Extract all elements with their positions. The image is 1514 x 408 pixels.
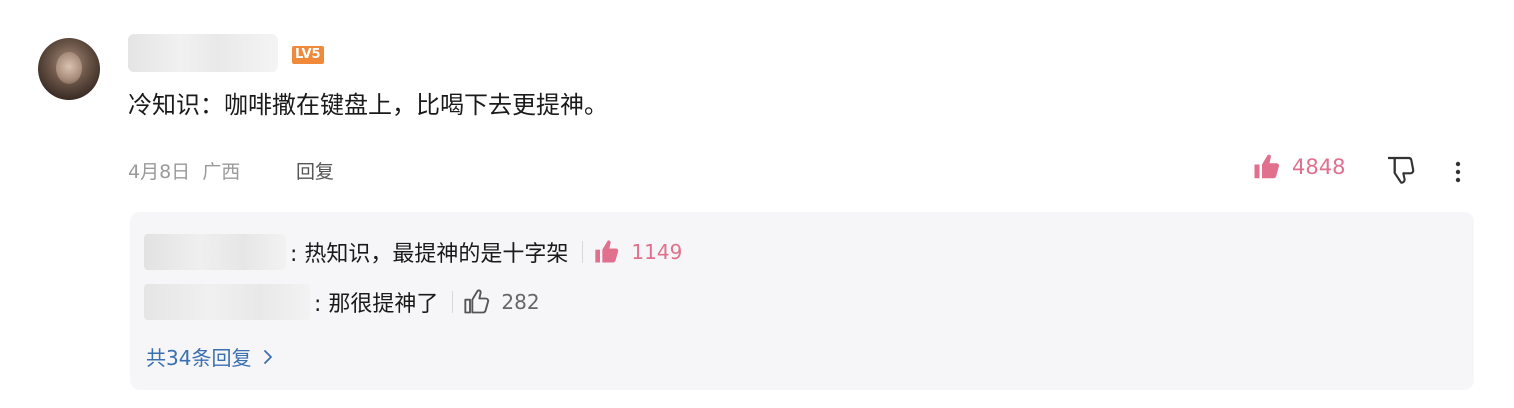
comment-location: 广西 [202,161,241,183]
reply-like-button[interactable]: 282 [463,288,540,316]
divider [582,241,584,263]
chevron-right-icon [264,349,273,364]
reply-like-count: 282 [501,290,540,314]
reply-like-button[interactable]: 1149 [593,238,682,266]
thumbs-up-outline-icon [464,289,490,314]
like-button[interactable]: 4848 [1252,152,1345,182]
reply-like-count: 1149 [631,240,683,264]
view-all-replies-label: 共34条回复 [146,346,252,370]
comment-meta: 4月8日 广西 回复 [128,158,334,186]
reply-button[interactable]: 回复 [296,158,334,186]
replies-preview: : 热知识，最提神的是十字架 1149 : 那很提神了 282 共34条回复 [130,212,1474,390]
level-badge: LV5 [292,46,324,64]
reply-username-blurred[interactable] [144,234,286,270]
reply-item[interactable]: : 那很提神了 282 [144,282,540,322]
thumbs-up-filled-icon [1254,154,1279,179]
avatar[interactable] [38,38,100,100]
divider [452,291,454,313]
view-all-replies-link[interactable]: 共34条回复 [146,342,275,371]
comment-text: 冷知识：咖啡撒在键盘上，比喝下去更提神。 [128,91,608,119]
username-blurred[interactable] [128,34,278,72]
like-count: 4848 [1292,155,1346,179]
reply-text: : 那很提神了 [314,292,439,317]
reply-item[interactable]: : 热知识，最提神的是十字架 1149 [144,232,682,272]
more-vertical-icon[interactable] [1446,156,1470,188]
comment-card: LV5 冷知识：咖啡撒在键盘上，比喝下去更提神。 4月8日 广西 回复 4848… [0,0,1514,408]
thumbs-down-icon[interactable] [1384,154,1416,186]
reply-text: : 热知识，最提神的是十字架 [290,242,569,267]
comment-date: 4月8日 [128,161,191,183]
thumbs-up-filled-icon [595,240,619,263]
reply-username-blurred[interactable] [144,284,310,320]
